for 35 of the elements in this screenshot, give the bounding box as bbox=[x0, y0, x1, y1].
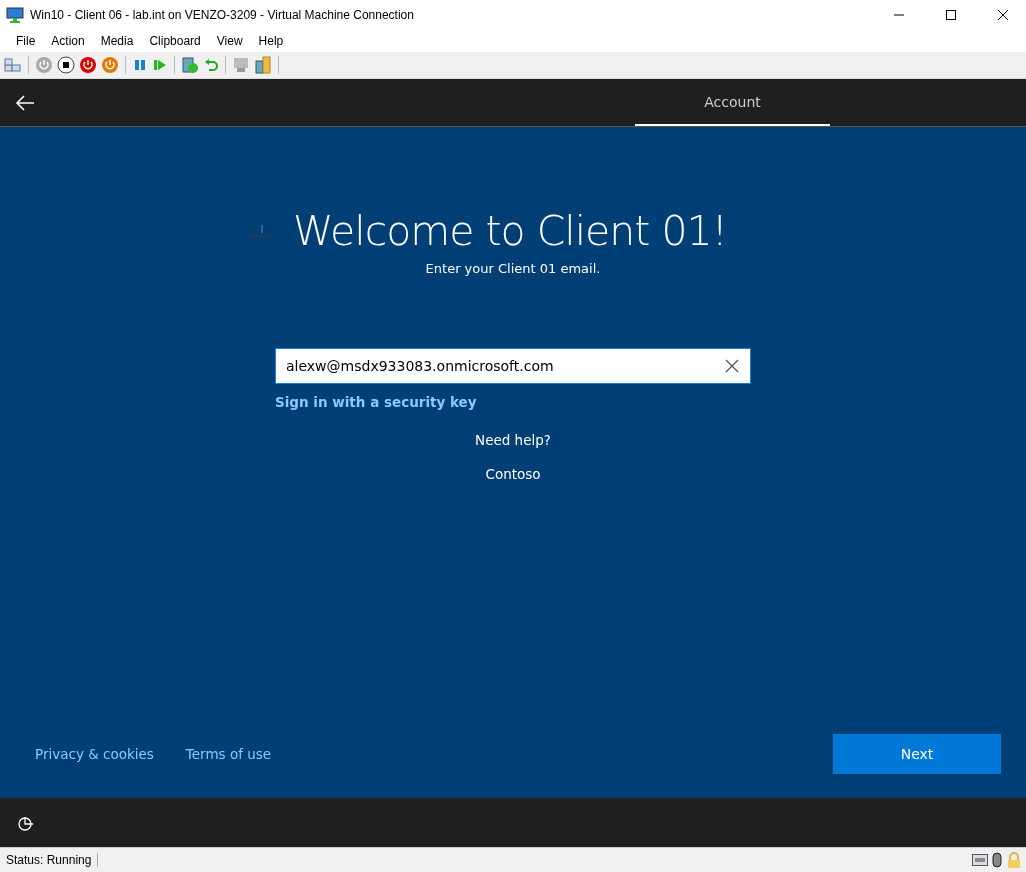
welcome-heading: Welcome to Client 01! bbox=[292, 207, 728, 255]
play-icon[interactable] bbox=[152, 57, 168, 73]
mouse-icon bbox=[992, 852, 1002, 868]
shutdown-icon[interactable] bbox=[79, 56, 97, 74]
close-icon[interactable] bbox=[997, 9, 1009, 21]
power-icon[interactable] bbox=[101, 56, 119, 74]
menu-item[interactable]: Action bbox=[43, 34, 93, 48]
menu-item[interactable]: View bbox=[208, 34, 251, 48]
back-arrow-icon[interactable] bbox=[15, 94, 35, 111]
email-field[interactable]: alexw@msdx933083.onmicrosoft.com bbox=[275, 348, 751, 384]
menu-item[interactable]: Clipboard bbox=[141, 34, 209, 48]
footer-link[interactable]: Terms of use bbox=[185, 746, 272, 762]
enhanced-session-icon[interactable] bbox=[232, 56, 250, 74]
revert-icon[interactable] bbox=[203, 57, 219, 73]
menu-item[interactable]: Help bbox=[250, 34, 292, 48]
share-icon[interactable] bbox=[254, 56, 272, 74]
ctrl-alt-del-icon[interactable] bbox=[4, 57, 22, 73]
help-link[interactable]: Need help? bbox=[475, 432, 551, 448]
vm-monitor-icon bbox=[6, 7, 24, 23]
stop-icon[interactable] bbox=[57, 56, 75, 74]
pause-icon[interactable] bbox=[132, 57, 148, 73]
maximize-icon[interactable] bbox=[945, 9, 957, 21]
organization-link[interactable]: Contoso bbox=[485, 466, 541, 482]
keyboard-icon bbox=[972, 854, 988, 866]
next-button[interactable]: Next bbox=[833, 734, 1001, 774]
menu-item[interactable]: Media bbox=[92, 34, 142, 48]
window-title: Win10 - Client 06 - lab.int on VENZO-3209 - Virtual Machine Connection bbox=[30, 8, 415, 22]
subtitle: Enter your Client 01 email. bbox=[425, 261, 601, 276]
footer-link[interactable]: Privacy & cookies bbox=[35, 746, 154, 762]
checkpoint-icon[interactable] bbox=[181, 56, 199, 74]
security-key-link[interactable]: Sign in with a security key bbox=[275, 394, 477, 410]
menu-item[interactable]: File bbox=[8, 34, 44, 48]
clear-icon[interactable] bbox=[725, 359, 739, 373]
status-text: Status: Running bbox=[0, 853, 99, 867]
lock-icon bbox=[1006, 852, 1022, 868]
